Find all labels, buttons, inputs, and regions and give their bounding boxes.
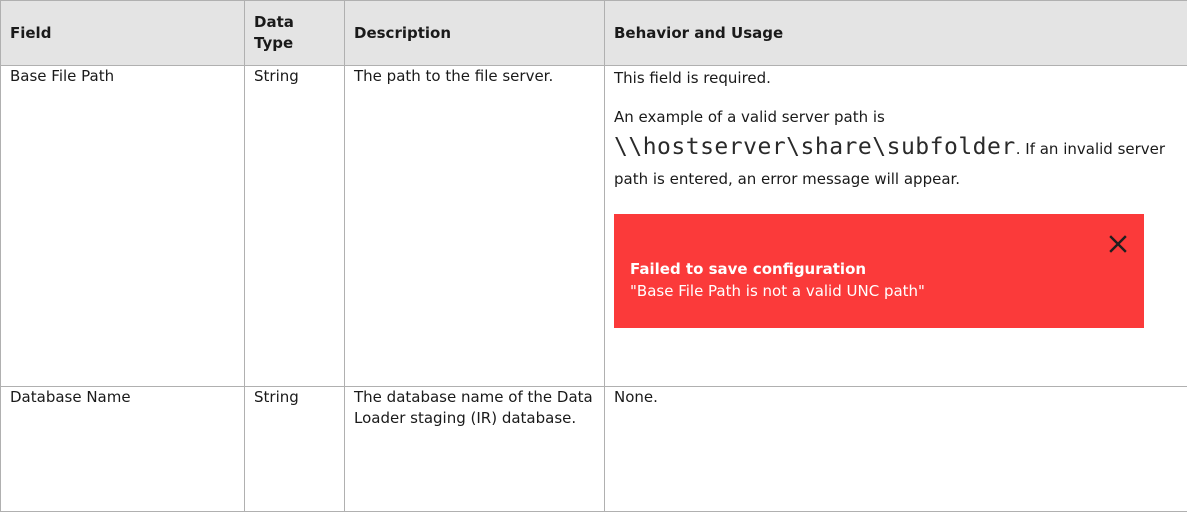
table-row: Database Name String The database name o… [1,387,1187,512]
usage-cell: This field is required. An example of a … [605,66,1187,387]
header-description: Description [345,1,605,66]
field-name-cell: Database Name [1,387,245,512]
data-type-cell: String [245,387,345,512]
example-prefix: An example of a valid server path is [614,108,885,126]
header-field: Field [1,1,245,66]
required-note: This field is required. [614,66,1178,90]
table-header-row: Field Data Type Description Behavior and… [1,1,1187,66]
example-server-path: \\hostserver\share\subfolder [614,134,1016,160]
field-name-cell: Base File Path [1,66,245,387]
error-title: Failed to save configuration [630,258,1144,280]
usage-cell: None. [605,387,1187,512]
header-data-type: Data Type [245,1,345,66]
field-reference-table: Field Data Type Description Behavior and… [0,0,1187,512]
description-cell: The database name of the Data Loader sta… [345,387,605,512]
close-icon[interactable] [1108,234,1128,254]
example-paragraph: An example of a valid server path is \\h… [614,102,1178,194]
data-type-cell: String [245,66,345,387]
error-message: "Base File Path is not a valid UNC path" [630,280,1144,302]
header-behavior-usage: Behavior and Usage [605,1,1187,66]
description-cell: The path to the file server. [345,66,605,387]
table-row: Base File Path String The path to the fi… [1,66,1187,387]
error-banner: Failed to save configuration "Base File … [614,214,1144,328]
